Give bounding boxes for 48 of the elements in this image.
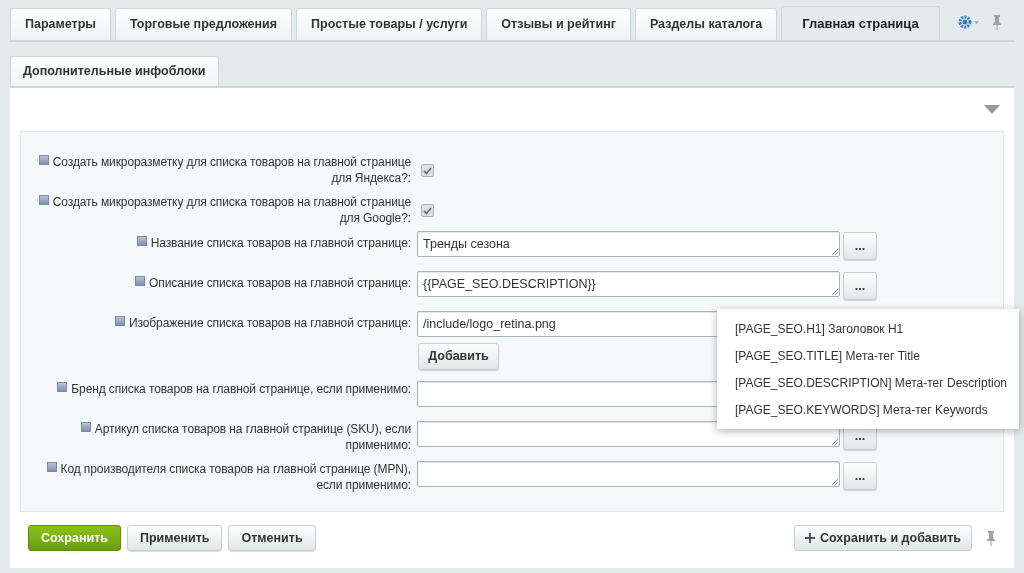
input-field[interactable]: Тренды сезона: [417, 231, 840, 257]
apply-button[interactable]: Применить: [126, 525, 223, 551]
tab[interactable]: Простые товары / услуги: [296, 8, 483, 40]
field-label: Изображение списка товаров на главной странице:: [129, 316, 411, 330]
save-and-add-button[interactable]: Сохранить и добавить: [794, 525, 972, 551]
field-label: Создать микроразметку для списка товаров на главной странице для Google?:: [52, 195, 411, 225]
field-label: Название списка товаров на главной странице:: [150, 236, 411, 250]
help-icon[interactable]: [136, 236, 147, 246]
help-icon[interactable]: [135, 276, 146, 286]
input-field[interactable]: {{PAGE_SEO.DESCRIPTION}}: [417, 271, 840, 297]
tab[interactable]: Отзывы и рейтинг: [486, 8, 631, 40]
input-field[interactable]: [417, 461, 840, 487]
input-field[interactable]: [417, 421, 840, 447]
field-label: Артикул списка товаров на главной странице (SKU), если применимо:: [94, 422, 411, 452]
help-icon[interactable]: [80, 422, 91, 432]
plus-icon: [805, 533, 815, 543]
tab[interactable]: Главная страница: [781, 6, 940, 40]
more-button[interactable]: ...: [843, 462, 877, 490]
tab[interactable]: Разделы каталога: [634, 8, 778, 40]
resize-handle-icon[interactable]: [832, 479, 838, 485]
help-icon[interactable]: [46, 462, 57, 472]
settings-icon[interactable]: [958, 15, 980, 29]
resize-handle-icon[interactable]: [832, 439, 838, 445]
cancel-button[interactable]: Отменить: [228, 525, 316, 551]
more-button[interactable]: ...: [843, 272, 877, 300]
help-icon[interactable]: [38, 195, 49, 205]
checkbox[interactable]: [421, 204, 434, 217]
more-button[interactable]: ...: [843, 232, 877, 260]
resize-handle-icon[interactable]: [832, 289, 838, 295]
field-label: Создать микроразметку для списка товаров на главной странице для Яндекса?:: [52, 155, 411, 185]
tab[interactable]: Параметры: [10, 8, 111, 40]
menu-item[interactable]: [PAGE_SEO.KEYWORDS] Мета-тег Keywords: [717, 396, 1019, 423]
field-label: Код производителя списка товаров на главной странице (MPN), если применимо:: [60, 462, 411, 492]
checkbox[interactable]: [421, 164, 434, 177]
add-button[interactable]: Добавить: [418, 343, 499, 370]
help-icon[interactable]: [115, 316, 125, 326]
pin-icon[interactable]: [992, 14, 1002, 30]
help-icon[interactable]: [57, 382, 68, 392]
field-label: Бренд списка товаров на главной странице, если применимо:: [71, 382, 411, 396]
tab[interactable]: Дополнительные инфоблоки: [10, 56, 219, 86]
collapse-icon[interactable]: [984, 105, 1000, 114]
menu-item[interactable]: [PAGE_SEO.TITLE] Мета-тег Title: [717, 342, 1019, 369]
field-label: Описание списка товаров на главной странице:: [149, 276, 411, 290]
resize-handle-icon[interactable]: [832, 249, 838, 255]
tab[interactable]: Торговые предложения: [115, 8, 293, 40]
pin-icon[interactable]: [986, 530, 996, 546]
menu-item[interactable]: [PAGE_SEO.DESCRIPTION] Мета-тег Description: [717, 369, 1019, 396]
help-icon[interactable]: [38, 155, 49, 165]
